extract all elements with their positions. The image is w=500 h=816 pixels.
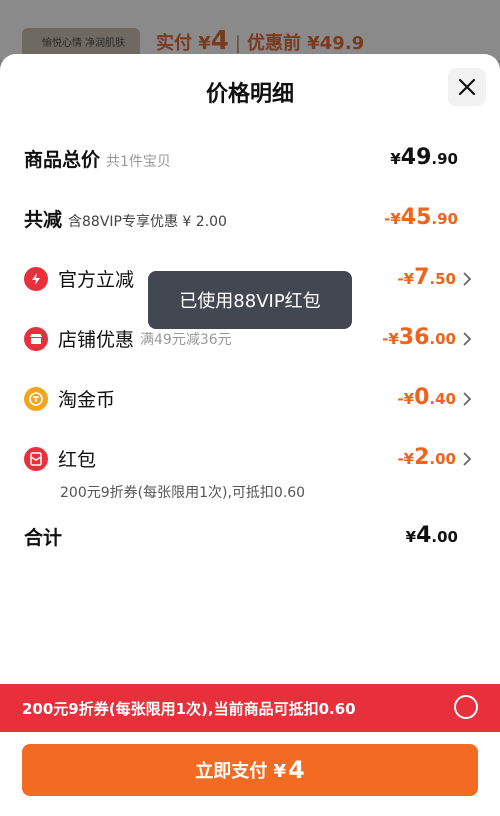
toast-message: 已使用88VIP红包 — [148, 271, 352, 329]
red-packet-note: 200元9折券(每张限用1次),可抵扣0.60 — [60, 485, 306, 501]
red-packet-label: 红包 — [58, 449, 97, 471]
promo-text: 200元9折券(每张限用1次),当前商品可抵扣0.60 — [22, 700, 356, 718]
store-icon — [24, 326, 48, 351]
store-discount-amount: -¥36.00 — [382, 325, 456, 350]
row-total-price: 商品总价 共1件宝贝 ¥49.90 — [24, 145, 472, 175]
total-price-amount: ¥49.90 — [390, 145, 458, 170]
close-button[interactable] — [448, 68, 486, 106]
chevron-right-icon — [463, 272, 472, 286]
pay-button-amount: 4 — [288, 756, 305, 784]
coins-amount: -¥0.40 — [397, 385, 456, 410]
official-discount-label: 官方立减 — [58, 269, 135, 291]
store-discount-label: 店铺优惠 — [58, 329, 135, 351]
close-icon — [458, 78, 476, 96]
coupon-promo-bar[interactable]: 200元9折券(每张限用1次),当前商品可抵扣0.60 — [0, 684, 500, 732]
price-prefix: 实付 ¥ — [156, 33, 211, 54]
row-store-discount[interactable]: 店铺优惠 满49元减36元 -¥36.00 — [24, 325, 472, 355]
sum-label: 合计 — [24, 527, 63, 549]
row-red-packet[interactable]: 红包 -¥2.00 — [24, 445, 472, 475]
original-price: 优惠前 ¥49.9 — [246, 33, 365, 54]
product-thumbnail-text: 愉悦心情 净润肌肤 — [42, 38, 126, 49]
coupon-radio[interactable] — [454, 695, 478, 719]
coin-icon — [24, 386, 48, 411]
price-value: 4 — [210, 26, 229, 56]
official-discount-amount: -¥7.50 — [397, 265, 456, 290]
store-discount-sub: 满49元减36元 — [140, 331, 232, 348]
total-price-sub: 共1件宝贝 — [106, 154, 171, 170]
sheet-title: 价格明细 — [205, 82, 294, 107]
row-total-reduction: 共减 含88VIP专享优惠 ¥ 2.00 -¥45.90 — [24, 205, 472, 235]
chevron-right-icon — [463, 452, 472, 466]
sum-amount: ¥4.00 — [405, 523, 458, 548]
lightning-icon — [24, 266, 48, 291]
reduction-label: 共减 — [24, 209, 63, 231]
chevron-right-icon — [463, 332, 472, 346]
pay-now-button[interactable]: 立即支付 ¥4 — [22, 744, 478, 796]
red-packet-icon — [24, 446, 48, 471]
red-packet-amount: -¥2.00 — [397, 445, 456, 470]
reduction-sub: 含88VIP专享优惠 ¥ 2.00 — [68, 214, 227, 230]
background-page: 愉悦心情 净润肌肤 实付 ¥4 | 优惠前 ¥49.9 — [0, 0, 500, 60]
pay-button-label: 立即支付 ¥ — [195, 761, 287, 782]
reduction-amount: -¥45.90 — [384, 205, 458, 230]
chevron-right-icon — [463, 392, 472, 406]
row-taobao-coins[interactable]: 淘金币 -¥0.40 — [24, 385, 472, 415]
price-separator: | — [234, 33, 241, 54]
background-price: 实付 ¥4 | 优惠前 ¥49.9 — [156, 26, 364, 56]
row-sum: 合计 ¥4.00 — [24, 523, 472, 553]
coins-label: 淘金币 — [58, 389, 116, 411]
total-price-label: 商品总价 — [24, 149, 101, 171]
